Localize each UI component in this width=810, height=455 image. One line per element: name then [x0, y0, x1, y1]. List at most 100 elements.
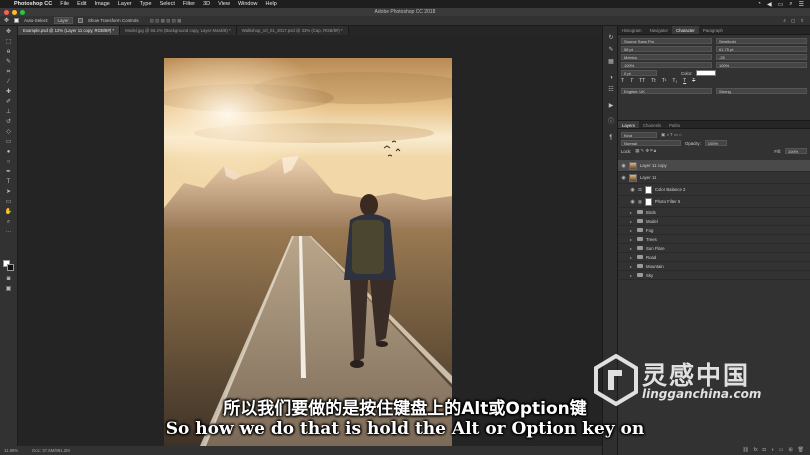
workspace-icon[interactable]: ▢	[791, 18, 795, 24]
expand-arrow-icon[interactable]: ▸	[630, 228, 634, 233]
lock-icons[interactable]: ▦ ✎ ✥ ⌗ 🔒︎	[635, 148, 656, 154]
options-search-icon[interactable]: ⌕	[783, 18, 786, 23]
font-family-select[interactable]: Source Sans Pro	[621, 38, 712, 44]
strikethrough-icon[interactable]: T	[692, 78, 695, 84]
small-caps-icon[interactable]: Tt	[651, 78, 655, 84]
layer-row[interactable]: ◉ ◍ Photo Filter 6	[618, 196, 810, 208]
layer-row[interactable]: ◉ Layer 11 copy	[618, 160, 810, 172]
faux-bold-icon[interactable]: T	[621, 78, 624, 84]
document-image[interactable]	[164, 58, 452, 446]
group-name[interactable]: Mountain	[646, 264, 664, 269]
type-icon[interactable]: T	[3, 179, 14, 186]
tab-example[interactable]: Example.psd @ 12% (Layer 11 copy, RGB/8#…	[18, 26, 121, 35]
menu-list-icon[interactable]: ☰	[799, 1, 804, 8]
gradient-icon[interactable]: ▭	[3, 139, 14, 146]
tab-layers[interactable]: Layers	[618, 121, 639, 128]
vertical-scale-field[interactable]: 100%	[621, 62, 712, 68]
menu-select[interactable]: Select	[156, 1, 179, 7]
layer-group-row[interactable]: ▸ Fog	[618, 226, 810, 235]
menu-type[interactable]: Type	[136, 1, 156, 7]
layer-mask-thumbnail[interactable]	[644, 185, 652, 194]
tab-paths[interactable]: Paths	[665, 121, 684, 128]
path-select-icon[interactable]: ➤	[3, 189, 14, 196]
layer-name[interactable]: Layer 11	[640, 175, 656, 180]
dodge-icon[interactable]: ○	[3, 159, 14, 166]
visibility-eye-icon[interactable]: ◉	[621, 163, 626, 169]
search-icon[interactable]: ⌕	[789, 1, 792, 8]
hand-icon[interactable]: ✋	[3, 209, 14, 216]
brush-settings-icon[interactable]: ✎	[606, 46, 616, 54]
zoom-icon[interactable]: ⌕	[3, 219, 14, 226]
font-size-field[interactable]: 58 pt	[621, 46, 712, 52]
horizontal-scale-field[interactable]: 100%	[716, 62, 807, 68]
background-color[interactable]	[7, 264, 14, 271]
marquee-icon[interactable]: ⬚	[3, 39, 14, 46]
layer-group-row[interactable]: ▸ Mountain	[618, 262, 810, 271]
wifi-icon[interactable]: ◔	[757, 1, 761, 8]
layer-row[interactable]: ◉ Layer 11	[618, 172, 810, 184]
text-color-swatch[interactable]	[696, 70, 717, 76]
canvas-area[interactable]	[18, 35, 602, 446]
move-tool-icon[interactable]: ✥	[4, 17, 9, 24]
tab-histogram[interactable]: Histogram	[618, 26, 646, 34]
tab-paragraph[interactable]: Paragraph	[699, 26, 727, 34]
antialias-select[interactable]: Strong	[716, 88, 807, 94]
info-icon[interactable]: ⓘ	[606, 118, 616, 126]
tab-channels[interactable]: Channels	[639, 121, 665, 128]
actions-icon[interactable]: ▶	[606, 102, 616, 110]
blend-mode-select[interactable]: Normal	[621, 140, 681, 146]
subscript-icon[interactable]: T₁	[672, 78, 677, 84]
visibility-eye-icon[interactable]: ◉	[630, 187, 635, 193]
align-icons[interactable]: ▤ ▥ ▦ ▧ ▨ ▩	[150, 18, 182, 24]
expand-arrow-icon[interactable]: ▸	[630, 246, 634, 251]
group-name[interactable]: Model	[646, 219, 658, 224]
expand-arrow-icon[interactable]: ▸	[630, 273, 634, 278]
font-style-select[interactable]: Semibold	[716, 38, 807, 44]
shape-icon[interactable]: ▭	[3, 199, 14, 206]
stamp-icon[interactable]: ⊥	[3, 109, 14, 116]
new-adjustment-icon[interactable]: ◑	[771, 447, 774, 453]
opacity-field[interactable]: 100%	[704, 140, 727, 146]
menu-3d[interactable]: 3D	[199, 1, 214, 7]
history-brush-icon[interactable]: ↺	[3, 119, 14, 126]
lasso-icon[interactable]: ɵ	[3, 49, 14, 56]
show-transform-checkbox[interactable]	[77, 18, 83, 23]
share-icon[interactable]: ⇪	[800, 18, 810, 24]
menu-image[interactable]: Image	[91, 1, 114, 7]
leading-field[interactable]: 61.75 pt	[716, 46, 807, 52]
group-name[interactable]: Sun Flare	[646, 246, 665, 251]
layer-filter-icons[interactable]: ▣ ◑ T ▭ ⌂	[661, 132, 682, 138]
quick-select-icon[interactable]: ✎	[3, 59, 14, 66]
tab-character[interactable]: Character	[671, 26, 699, 34]
glyphs-icon[interactable]: ¶	[606, 134, 616, 142]
faux-italic-icon[interactable]: T	[630, 78, 633, 84]
menu-layer[interactable]: Layer	[114, 1, 136, 7]
menu-view[interactable]: View	[214, 1, 234, 7]
layer-style-icon[interactable]: fx	[754, 447, 758, 453]
pen-icon[interactable]: ✒	[3, 169, 14, 176]
group-name[interactable]: Road	[646, 255, 656, 260]
healing-icon[interactable]: ✚	[3, 89, 14, 96]
history-icon[interactable]: ↻	[606, 34, 616, 42]
expand-arrow-icon[interactable]: ▸	[630, 210, 634, 215]
underline-icon[interactable]: T	[683, 78, 686, 84]
layer-row[interactable]: ◉ ⚖ Color Balance 2	[618, 184, 810, 196]
tab-navigator[interactable]: Navigator	[646, 26, 672, 34]
tracking-field[interactable]: -25	[716, 54, 807, 60]
group-name[interactable]: Trees	[646, 237, 657, 242]
baseline-shift-field[interactable]: 0 pt	[621, 70, 657, 76]
layer-group-row[interactable]: ▸ Trees	[618, 235, 810, 244]
new-group-icon[interactable]: ▭	[779, 447, 784, 453]
adjustments-icon[interactable]: ◑	[606, 74, 616, 82]
auto-select-checkbox[interactable]	[14, 18, 20, 23]
new-layer-icon[interactable]: ⊞	[788, 447, 792, 453]
menu-help[interactable]: Help	[262, 1, 281, 7]
visibility-eye-icon[interactable]: ◉	[621, 175, 626, 181]
layer-group-row[interactable]: ▸ Model	[618, 217, 810, 226]
swatches-icon[interactable]: ▦	[606, 58, 616, 66]
add-mask-icon[interactable]: ◘	[763, 447, 766, 453]
crop-icon[interactable]: ⌗	[3, 69, 14, 76]
group-name[interactable]: Sky	[646, 273, 653, 278]
expand-arrow-icon[interactable]: ▸	[630, 255, 634, 260]
kerning-field[interactable]: Metrics	[621, 54, 712, 60]
